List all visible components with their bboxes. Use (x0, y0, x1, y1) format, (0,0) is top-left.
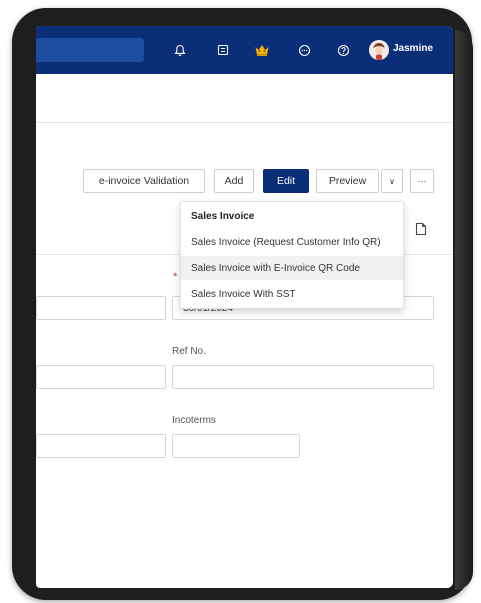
menu-item-request-customer-info-qr[interactable]: Sales Invoice (Request Customer Info QR) (181, 230, 403, 254)
user-avatar[interactable] (369, 40, 389, 60)
menu-item-sales-invoice[interactable]: Sales Invoice (181, 204, 403, 228)
document-icon[interactable] (414, 222, 428, 236)
list-icon[interactable] (213, 40, 233, 60)
avatar-icon (369, 40, 389, 60)
user-name: Jasmine (393, 43, 434, 54)
incoterms-label: Incoterms (172, 415, 216, 426)
edit-button[interactable]: Edit (263, 169, 309, 193)
ref-no-field[interactable] (172, 365, 434, 389)
header-divider (36, 122, 453, 123)
menu-item-einvoice-qr-code[interactable]: Sales Invoice with E-Invoice QR Code (181, 256, 403, 280)
chat-icon[interactable] (294, 40, 314, 60)
bell-icon[interactable] (170, 40, 190, 60)
terms-field[interactable] (36, 434, 166, 458)
einvoice-validation-button[interactable]: e-invoice Validation (83, 169, 205, 193)
top-navigation-bar: Jasmine (36, 26, 453, 74)
app-screen: Jasmine e-invoice Validation Add Edit Pr… (36, 26, 453, 588)
more-options-button[interactable]: ··· (410, 169, 434, 193)
add-button[interactable]: Add (214, 169, 254, 193)
incoterms-field[interactable] (172, 434, 300, 458)
preview-button[interactable]: Preview (316, 169, 379, 193)
crown-icon[interactable] (252, 40, 272, 60)
preview-options-chevron[interactable]: ∨ (381, 169, 403, 193)
ref-no-label: Ref No. (172, 346, 206, 357)
global-search-box[interactable] (36, 38, 144, 62)
address-field[interactable] (36, 365, 166, 389)
tablet-side-rim (455, 30, 473, 590)
menu-item-with-sst[interactable]: Sales Invoice With SST (181, 282, 403, 306)
print-template-menu: Sales Invoice Sales Invoice (Request Cus… (180, 201, 404, 309)
required-indicator: * (173, 271, 178, 283)
help-icon[interactable] (333, 40, 353, 60)
customer-field[interactable] (36, 296, 166, 320)
